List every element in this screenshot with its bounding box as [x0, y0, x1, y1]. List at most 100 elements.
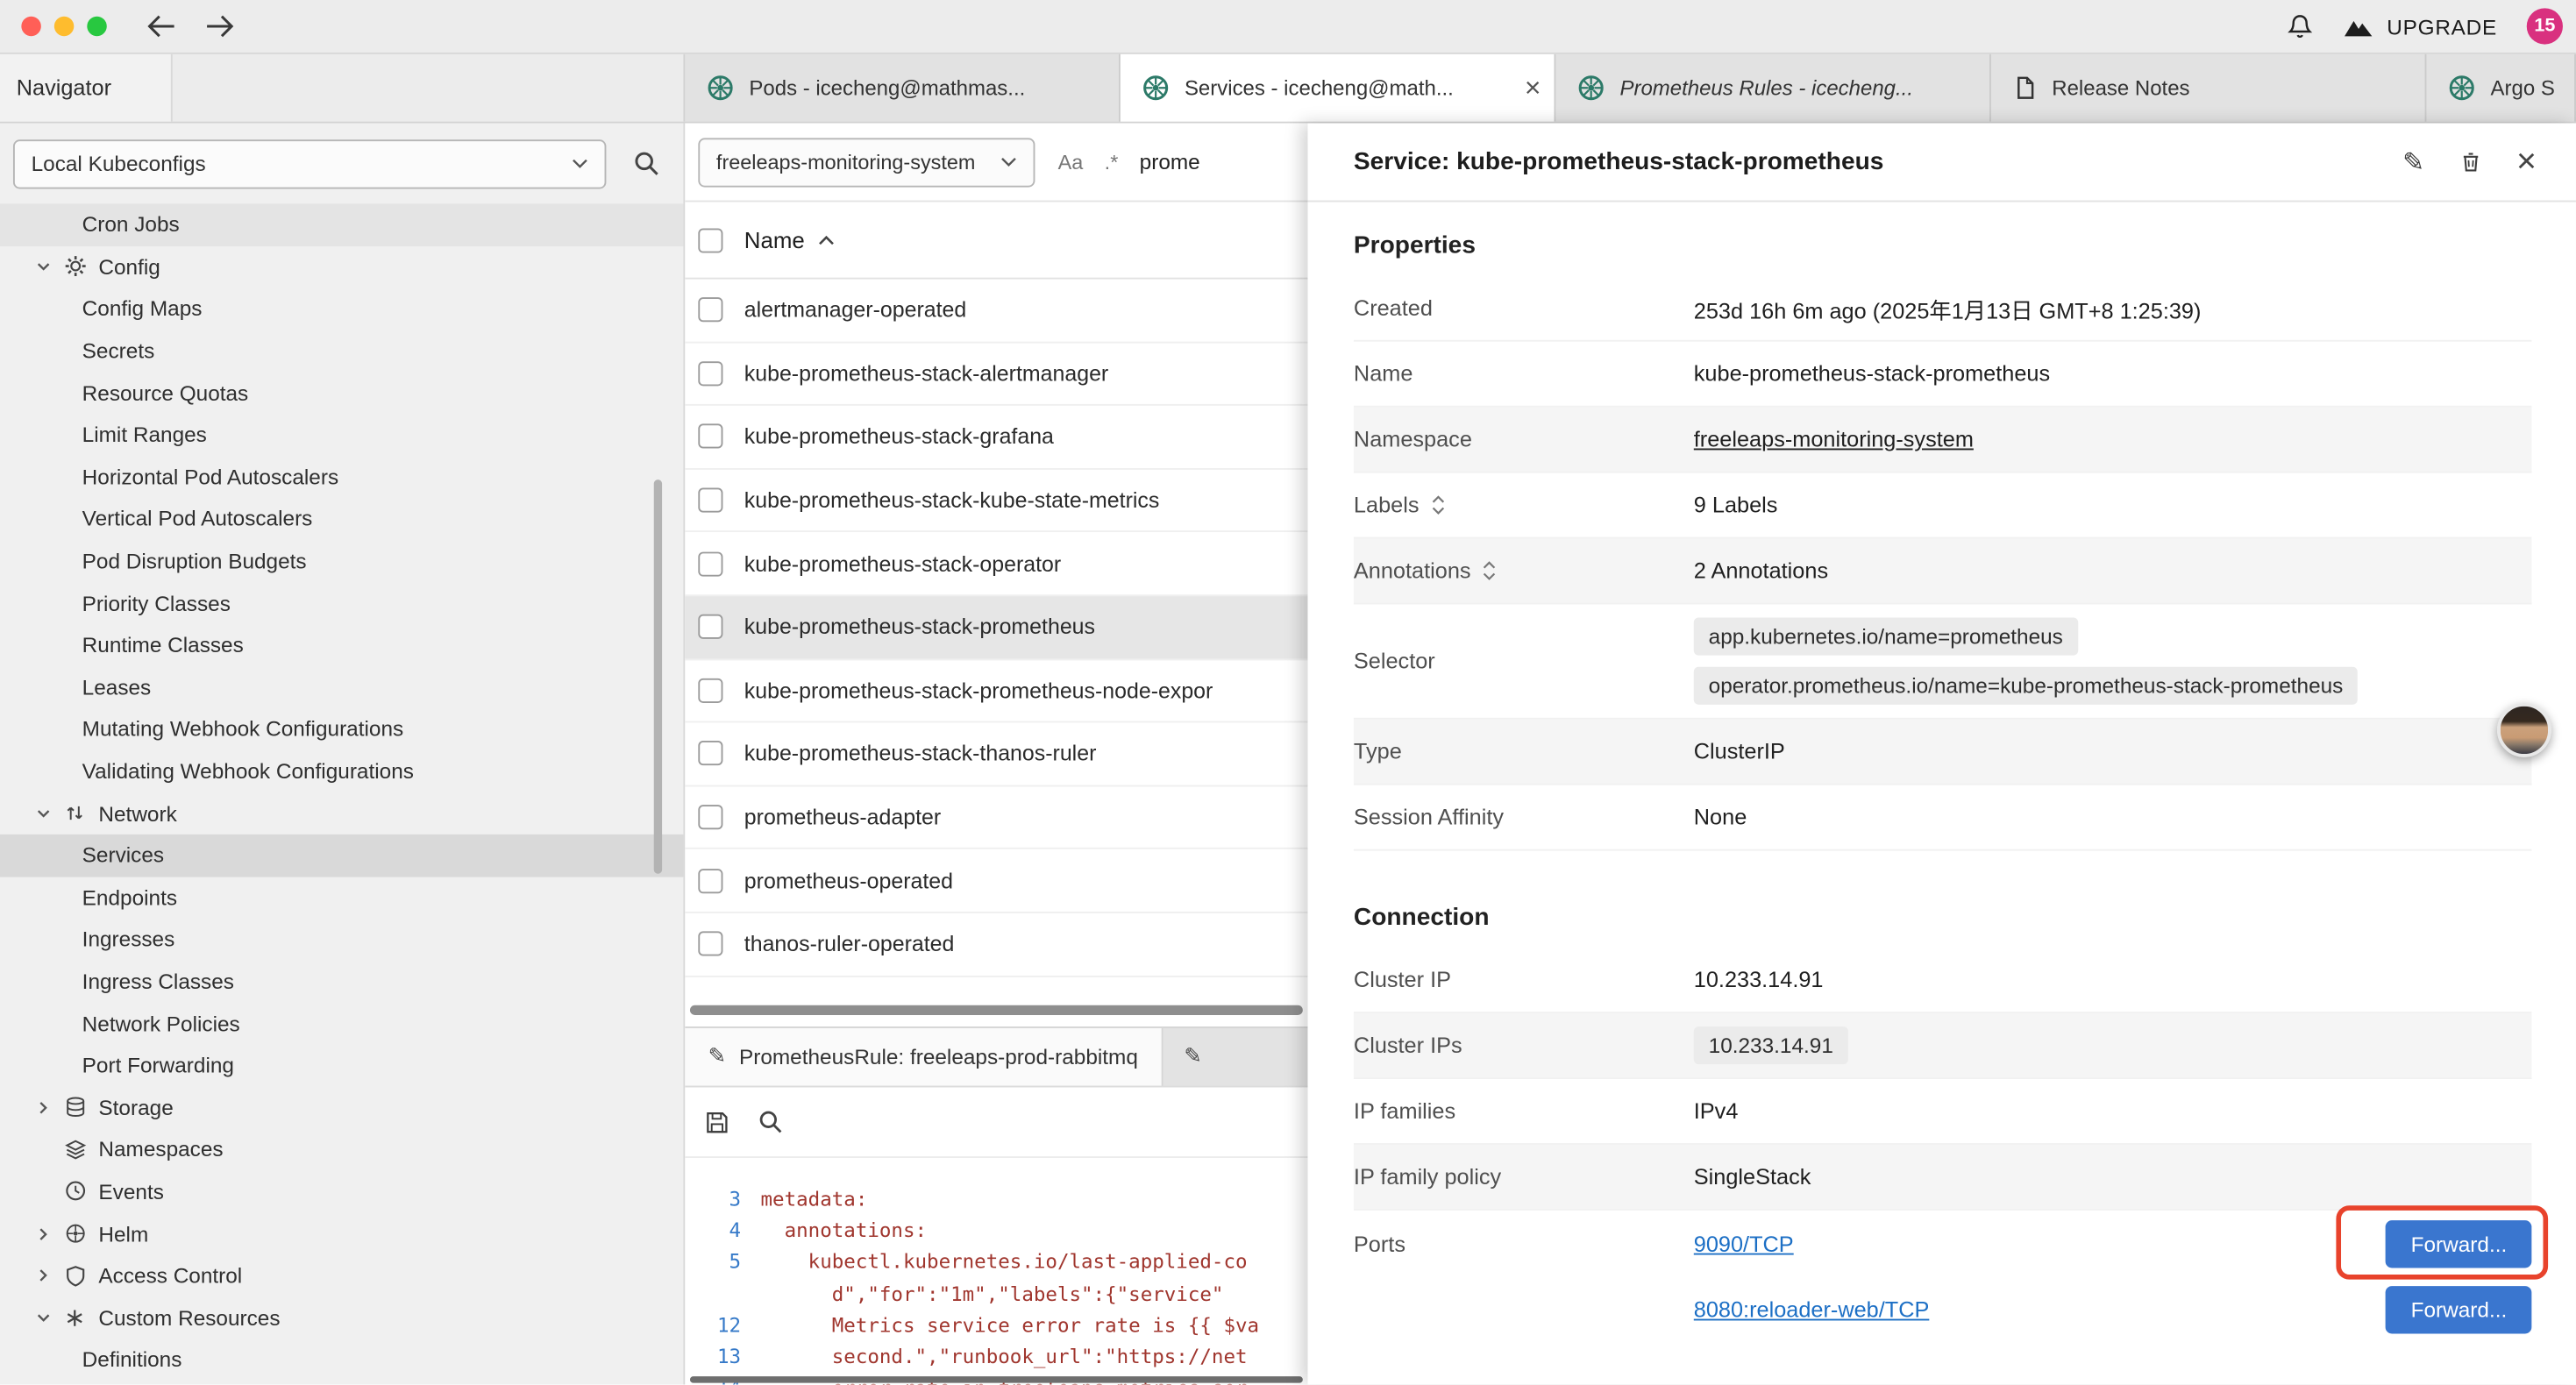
forward-button[interactable]: Forward... [2387, 1219, 2532, 1267]
sidebar-item-network-policies[interactable]: Network Policies [0, 1002, 683, 1044]
chevron-down-icon[interactable] [36, 806, 64, 820]
sidebar-item-network[interactable]: Network [0, 792, 683, 835]
namespace-link[interactable]: freeleaps-monitoring-system [1694, 427, 1974, 451]
notification-count-badge[interactable]: 15 [2527, 8, 2563, 44]
tab-close-icon[interactable]: × [1525, 74, 1541, 102]
sidebar-item-pod-disruption-budgets[interactable]: Pod Disruption Budgets [0, 540, 683, 582]
save-icon[interactable] [705, 1110, 729, 1134]
row-checkbox[interactable] [698, 424, 722, 449]
regex-toggle[interactable]: .* [1105, 150, 1119, 173]
chevron-right-icon[interactable] [36, 1226, 64, 1241]
chevron-down-icon[interactable] [36, 259, 64, 274]
sidebar-item-ingress-classes[interactable]: Ingress Classes [0, 961, 683, 1003]
tab-release-notes[interactable]: Release Notes [1991, 54, 2427, 122]
sidebar-item-mutating-webhook-configurations[interactable]: Mutating Webhook Configurations [0, 708, 683, 750]
search-input[interactable]: Aa .* prome [1058, 150, 1200, 174]
row-checkbox[interactable] [698, 678, 722, 703]
sidebar-item-port-forwarding[interactable]: Port Forwarding [0, 1044, 683, 1086]
tab-argo[interactable]: Argo S [2426, 54, 2576, 122]
chevron-down-icon[interactable] [36, 1310, 64, 1325]
row-checkbox[interactable] [698, 869, 722, 893]
tab-services[interactable]: Services - icecheng@math... × [1121, 54, 1556, 122]
sidebar-item-priority-classes[interactable]: Priority Classes [0, 582, 683, 624]
sidebar-item-limit-ranges[interactable]: Limit Ranges [0, 414, 683, 456]
sidebar-item-ingresses[interactable]: Ingresses [0, 919, 683, 961]
row-checkbox[interactable] [698, 932, 722, 956]
namespace-filter-selector[interactable]: freeleaps-monitoring-system [698, 137, 1035, 186]
match-case-toggle[interactable]: Aa [1058, 150, 1084, 173]
sidebar-item-endpoints[interactable]: Endpoints [0, 877, 683, 919]
trash-icon[interactable] [2459, 150, 2481, 174]
table-row[interactable]: kube-prometheus-stack-thanos-ruler [685, 723, 1307, 786]
sidebar-item-helm[interactable]: Helm [0, 1212, 683, 1254]
row-checkbox[interactable] [698, 361, 722, 386]
sidebar-item-definitions[interactable]: Definitions [0, 1339, 683, 1381]
select-all-checkbox[interactable] [698, 228, 722, 252]
row-checkbox[interactable] [698, 614, 722, 639]
sidebar-item-services[interactable]: Services [0, 835, 683, 877]
back-arrow-icon[interactable] [146, 15, 176, 38]
minimize-window-button[interactable] [54, 17, 74, 36]
table-row[interactable]: kube-prometheus-stack-prometheus-node-ex… [685, 659, 1307, 722]
table-row[interactable]: kube-prometheus-stack-alertmanager [685, 343, 1307, 406]
sidebar-item-vertical-pod-autoscalers[interactable]: Vertical Pod Autoscalers [0, 498, 683, 540]
sidebar-item-validating-webhook-configurations[interactable]: Validating Webhook Configurations [0, 750, 683, 792]
tab-prometheus-rules[interactable]: Prometheus Rules - icecheng... [1555, 54, 1991, 122]
floating-avatar[interactable] [2497, 703, 2551, 757]
forward-arrow-icon[interactable] [205, 15, 235, 38]
search-icon[interactable] [632, 150, 660, 178]
chevron-right-icon[interactable] [36, 1100, 64, 1115]
sort-toggle-icon[interactable] [1483, 560, 1498, 581]
kubeconfig-selector[interactable]: Local Kubeconfigs [13, 138, 606, 188]
upgrade-button[interactable]: UPGRADE [2343, 14, 2497, 39]
table-row-selected[interactable]: kube-prometheus-stack-prometheus [685, 596, 1307, 659]
row-checkbox[interactable] [698, 298, 722, 323]
sidebar-item-resource-quotas[interactable]: Resource Quotas [0, 372, 683, 414]
zoom-window-button[interactable] [87, 17, 106, 36]
tab-pods[interactable]: Pods - icecheng@mathmas... [685, 54, 1121, 122]
table-row[interactable]: prometheus-operated [685, 849, 1307, 913]
edit-pencil-icon[interactable]: ✎ [2402, 146, 2424, 178]
sidebar-scrollbar[interactable] [654, 479, 662, 874]
table-row[interactable]: kube-prometheus-stack-grafana [685, 406, 1307, 469]
port-link[interactable]: 8080:reloader-web/TCP [1694, 1296, 1930, 1321]
sidebar-item-config-maps[interactable]: Config Maps [0, 288, 683, 330]
sidebar-item-horizontal-pod-autoscalers[interactable]: Horizontal Pod Autoscalers [0, 456, 683, 498]
table-row[interactable]: alertmanager-operated [685, 280, 1307, 343]
row-checkbox[interactable] [698, 742, 722, 766]
forward-button[interactable]: Forward... [2387, 1285, 2532, 1332]
sidebar-item-namespaces[interactable]: Namespaces [0, 1128, 683, 1170]
name-column-header[interactable]: Name [744, 228, 835, 252]
editor-horizontal-scrollbar[interactable] [690, 1377, 1303, 1383]
close-window-button[interactable] [21, 17, 40, 36]
dock-tab-prometheusrule[interactable]: ✎ PrometheusRule: freeleaps-prod-rabbitm… [685, 1028, 1163, 1086]
port-link[interactable]: 9090/TCP [1694, 1231, 1794, 1255]
horizontal-scrollbar[interactable] [690, 1005, 1303, 1015]
table-row[interactable]: thanos-ruler-operated [685, 913, 1307, 977]
table-row[interactable]: kube-prometheus-stack-operator [685, 533, 1307, 596]
search-icon[interactable] [758, 1109, 784, 1135]
sidebar-item-events[interactable]: Events [0, 1170, 683, 1212]
sidebar-item-custom-resources[interactable]: Custom Resources [0, 1296, 683, 1339]
notifications-bell-icon[interactable] [2287, 13, 2313, 39]
sidebar-item-secrets[interactable]: Secrets [0, 330, 683, 372]
table-row[interactable]: kube-prometheus-stack-kube-state-metrics [685, 469, 1307, 532]
sidebar-item-access-control[interactable]: Access Control [0, 1254, 683, 1296]
sort-toggle-icon[interactable] [1431, 494, 1446, 515]
property-row-session-affinity: Session Affinity None [1354, 785, 2531, 851]
table-row[interactable]: prometheus-adapter [685, 786, 1307, 849]
chevron-right-icon[interactable] [36, 1268, 64, 1283]
sidebar-item-storage[interactable]: Storage [0, 1086, 683, 1128]
yaml-editor[interactable]: 3metadata: 4 annotations: 5 kubectl.kube… [685, 1158, 1307, 1385]
sidebar-item-cron-jobs[interactable]: Cron Jobs [0, 203, 683, 245]
sidebar-item-runtime-classes[interactable]: Runtime Classes [0, 624, 683, 666]
property-row-created: Created 253d 16h 6m ago (2025年1月13日 GMT+… [1354, 276, 2531, 342]
close-icon[interactable]: × [2516, 145, 2537, 179]
sidebar-item-leases[interactable]: Leases [0, 666, 683, 708]
row-checkbox[interactable] [698, 488, 722, 513]
dock-tab-partial[interactable]: ✎ [1163, 1028, 1219, 1086]
row-checkbox[interactable] [698, 551, 722, 576]
property-row-selector: Selector app.kubernetes.io/name=promethe… [1354, 605, 2531, 720]
row-checkbox[interactable] [698, 805, 722, 829]
sidebar-item-config[interactable]: Config [0, 245, 683, 288]
